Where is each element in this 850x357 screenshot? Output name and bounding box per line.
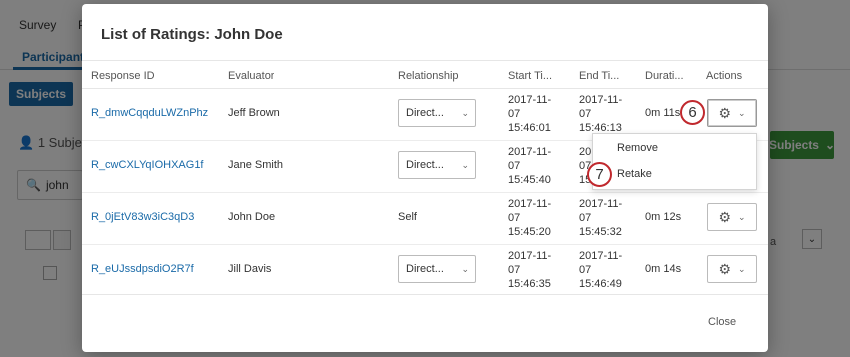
- start-clock: 15:46:35: [508, 278, 551, 290]
- header-relationship[interactable]: Relationship: [398, 70, 459, 82]
- start-date: 2017-11-: [508, 250, 552, 262]
- menu-item-retake[interactable]: Retake: [617, 168, 652, 180]
- chevron-down-icon: ⌄: [738, 263, 746, 274]
- evaluator-name: John Doe: [228, 211, 276, 223]
- duration: 0m 12s: [645, 211, 682, 223]
- evaluator-name: Jeff Brown: [228, 107, 280, 119]
- actions-menu: Remove Retake: [592, 133, 757, 190]
- chevron-down-icon: ⌄: [461, 159, 469, 170]
- response-id-link[interactable]: R_dmwCqqduLWZnPhz: [91, 107, 208, 119]
- header-end-time[interactable]: End Ti...: [579, 70, 625, 82]
- end-date: 2017-11-: [579, 198, 623, 210]
- table-row: R_eUJssdpsdiO2R7f Jill Davis Direct... ⌄…: [82, 245, 768, 297]
- ratings-modal: List of Ratings: John Doe Response ID Ev…: [82, 4, 768, 352]
- close-button[interactable]: Close: [708, 316, 736, 328]
- end-time: 2017-11- 07 15:45:32: [579, 197, 622, 239]
- relationship-value: Direct...: [406, 107, 444, 119]
- chevron-down-icon: ⌄: [461, 107, 469, 118]
- header-response-id[interactable]: Response ID: [91, 70, 155, 82]
- actions-button[interactable]: ⚙ ⌄: [707, 99, 757, 127]
- relationship-value: Direct...: [406, 159, 444, 171]
- end-time: 2017-11- 07 15:46:13: [579, 93, 622, 135]
- modal-title: List of Ratings: John Doe: [101, 26, 283, 43]
- gear-icon: ⚙: [718, 260, 731, 277]
- start-time: 2017-11- 07 15:46:01: [508, 93, 551, 135]
- start-day: 07: [508, 108, 521, 120]
- header-evaluator[interactable]: Evaluator: [228, 70, 274, 82]
- chevron-down-icon: ⌄: [461, 263, 469, 274]
- start-date: 2017-11-: [508, 198, 552, 210]
- start-clock: 15:45:20: [508, 226, 551, 238]
- relationship-value: Self: [398, 211, 417, 223]
- response-id-link[interactable]: R_eUJssdpsdiO2R7f: [91, 263, 194, 275]
- chevron-down-icon: ⌄: [738, 211, 746, 222]
- start-date: 2017-11-: [508, 146, 552, 158]
- actions-button[interactable]: ⚙ ⌄: [707, 255, 757, 283]
- duration: 0m 11s: [645, 107, 681, 119]
- gear-icon: ⚙: [718, 208, 731, 225]
- title-divider: [82, 60, 768, 61]
- response-id-link[interactable]: R_0jEtV83w3iC3qD3: [91, 211, 194, 223]
- evaluator-name: Jane Smith: [228, 159, 284, 171]
- start-day: 07: [508, 264, 521, 276]
- start-time: 2017-11- 07 15:45:40: [508, 145, 551, 187]
- callout-badge: 7: [587, 162, 612, 187]
- start-clock: 15:45:40: [508, 174, 551, 186]
- relationship-select[interactable]: Direct... ⌄: [398, 151, 476, 179]
- duration: 0m 14s: [645, 263, 682, 275]
- callout-badge: 6: [680, 100, 705, 125]
- actions-button[interactable]: ⚙ ⌄: [707, 203, 757, 231]
- table-row: R_0jEtV83w3iC3qD3 John Doe Self 2017-11-…: [82, 193, 768, 245]
- end-date: 2017-11-: [579, 94, 623, 106]
- end-clock: 15:45:32: [579, 226, 622, 238]
- start-clock: 15:46:01: [508, 122, 551, 134]
- relationship-value: Direct...: [406, 263, 444, 275]
- end-time: 2017-11- 07 15:46:49: [579, 249, 622, 291]
- header-start-time[interactable]: Start Ti...: [508, 70, 554, 82]
- end-day: 07: [579, 108, 592, 120]
- start-time: 2017-11- 07 15:45:20: [508, 197, 551, 239]
- gear-icon: ⚙: [718, 104, 731, 121]
- response-id-link[interactable]: R_cwCXLYqIOHXAG1f: [91, 159, 204, 171]
- relationship-select[interactable]: Direct... ⌄: [398, 255, 476, 283]
- start-time: 2017-11- 07 15:46:35: [508, 249, 551, 291]
- end-clock: 15:46:49: [579, 278, 622, 290]
- chevron-down-icon: ⌄: [738, 107, 746, 118]
- end-day: 07: [579, 212, 592, 224]
- start-date: 2017-11-: [508, 94, 552, 106]
- header-actions: Actions: [706, 70, 743, 82]
- end-day: 07: [579, 264, 592, 276]
- relationship-select[interactable]: Direct... ⌄: [398, 99, 476, 127]
- start-day: 07: [508, 160, 521, 172]
- end-date: 2017-11-: [579, 250, 623, 262]
- evaluator-name: Jill Davis: [228, 263, 272, 275]
- header-duration[interactable]: Durati...: [645, 70, 685, 82]
- start-day: 07: [508, 212, 521, 224]
- footer-divider: [82, 294, 768, 295]
- menu-item-remove[interactable]: Remove: [617, 142, 658, 154]
